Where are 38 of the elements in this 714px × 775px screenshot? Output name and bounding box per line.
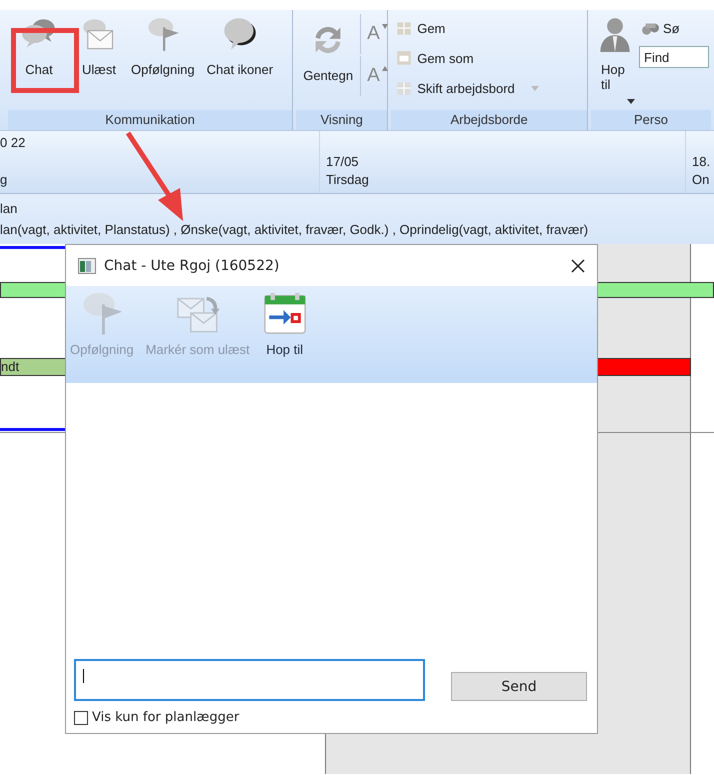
highlight-box: [11, 28, 79, 93]
close-icon[interactable]: [571, 258, 585, 272]
message-field[interactable]: [74, 659, 425, 701]
ribbon-button[interactable]: Opfølgning: [126, 14, 200, 79]
day-date: 18.: [692, 154, 712, 169]
day-name: Tirsdag: [326, 172, 370, 187]
ribbon-button[interactable]: Gem som: [393, 44, 539, 72]
toolbar-button[interactable]: Hop til: [262, 290, 308, 357]
ribbon-button[interactable]: Gentegn: [298, 14, 358, 85]
day-name: On: [692, 172, 710, 187]
caret-icon: [382, 66, 388, 71]
search-field[interactable]: Find: [639, 46, 709, 68]
send-button[interactable]: Send: [451, 672, 587, 701]
group-label: Visning: [296, 110, 388, 130]
legend-text: lan(vagt, aktivitet, Planstatus) , Ønske(vagt, aktivitet, fravær, Godk.) , Oprindelig(vagt, aktivitet, fravær): [0, 222, 590, 237]
header-text: 0 22: [0, 135, 26, 150]
caret-icon: [382, 24, 388, 29]
header-text: g: [0, 172, 8, 187]
ribbon-button[interactable]: Chat: [14, 14, 64, 79]
ribbon-button[interactable]: Chat ikoner: [202, 14, 278, 79]
ribbon-button[interactable]: Sø: [639, 14, 709, 42]
ribbon-button[interactable]: Hop til: [593, 14, 637, 94]
legend-text: lan: [0, 201, 18, 216]
ribbon-button[interactable]: Gem: [393, 14, 539, 42]
calendar-icon: [262, 290, 308, 336]
grid-icon: [395, 49, 414, 67]
group-label: Arbejdsborde: [391, 110, 587, 130]
day-date: 17/05: [326, 154, 360, 169]
speech-bubble-icon: [222, 16, 258, 52]
ribbon-button[interactable]: Ulæst: [74, 14, 124, 79]
window-icon: [78, 258, 96, 274]
group-label: Perso: [591, 110, 711, 130]
checkbox-label: Vis kun for planlægger: [92, 710, 240, 725]
ribbon-button[interactable]: Skift arbejdsbord: [393, 74, 539, 102]
bar-label: ndt: [1, 359, 20, 374]
checkbox[interactable]: [74, 710, 88, 724]
group-label: Kommunikation: [8, 110, 292, 130]
window-title: Chat - Ute Rgoj (160522): [104, 258, 280, 274]
